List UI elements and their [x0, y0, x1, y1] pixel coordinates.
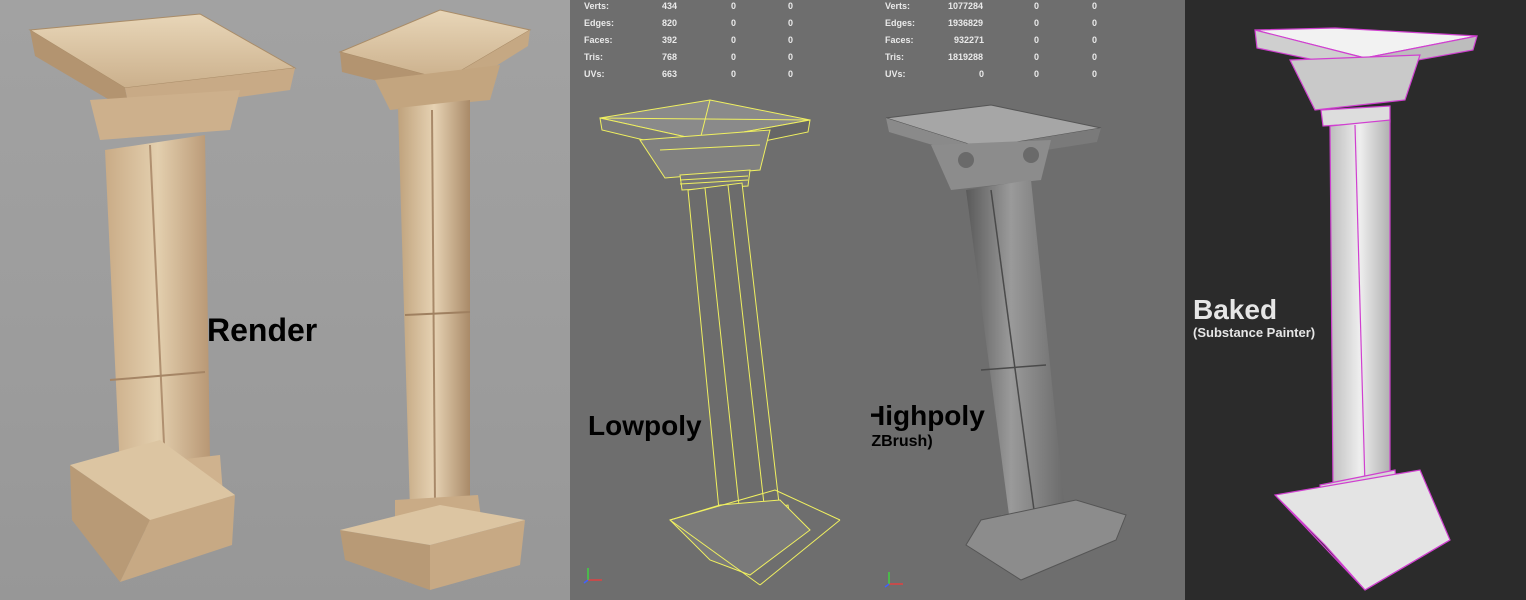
- lowpoly-wireframe-model: [599, 99, 841, 586]
- highpoly-sculpt-model: [885, 104, 1127, 581]
- render-label: Render: [207, 312, 318, 348]
- baked-viewport-panel: Baked (Substance Painter): [1185, 0, 1526, 600]
- baked-sublabel: (Substance Painter): [1193, 325, 1316, 340]
- render-pillar-front: [28, 13, 297, 582]
- highpoly-label: Highpoly: [871, 400, 985, 431]
- highpoly-sublabel: (ZBrush): [871, 433, 933, 450]
- baked-label: Baked: [1193, 294, 1278, 325]
- highpoly-axis-gizmo: [883, 568, 909, 588]
- lowpoly-label: Lowpoly: [588, 410, 702, 441]
- lowpoly-axis-gizmo: [582, 564, 608, 584]
- lowpoly-viewport-panel: Verts: 434 0 0 Edges: 820 0 0 Faces: 392…: [570, 0, 871, 600]
- render-panel: Render: [0, 0, 570, 600]
- axis-gizmo-icon: [884, 572, 903, 588]
- render-viewport: [28, 9, 532, 590]
- axis-gizmo-icon: [583, 568, 602, 584]
- render-pillar-side: [338, 9, 532, 590]
- highpoly-viewport-panel: Verts: 1077284 0 0 Edges: 1936829 0 0 Fa…: [871, 0, 1185, 600]
